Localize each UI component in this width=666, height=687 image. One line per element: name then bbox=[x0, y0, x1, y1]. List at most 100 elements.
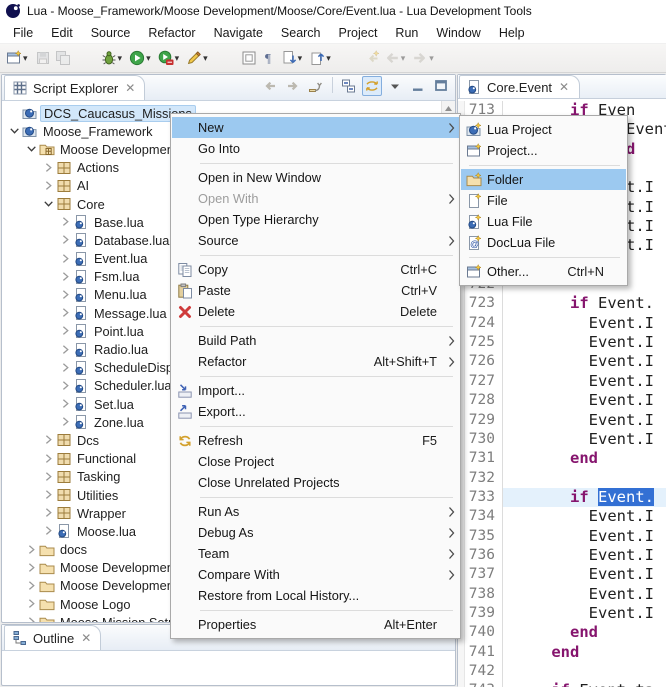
menu-item-close-project[interactable]: Close Project bbox=[172, 451, 459, 472]
line-number[interactable]: 724 bbox=[465, 314, 503, 333]
menu-item-debug-as[interactable]: Debug As bbox=[172, 522, 459, 543]
menu-item-refactor[interactable]: RefactorAlt+Shift+T bbox=[172, 351, 459, 372]
chevron-right-icon[interactable] bbox=[25, 561, 39, 575]
chevron-right-icon[interactable] bbox=[42, 452, 56, 466]
submenu-item-other[interactable]: Other...Ctrl+N bbox=[461, 261, 626, 282]
tree-up-button[interactable] bbox=[306, 76, 326, 96]
collapse-all-button[interactable] bbox=[339, 76, 359, 96]
menu-item-open-type-hierarchy[interactable]: Open Type Hierarchy bbox=[172, 209, 459, 230]
code-line[interactable]: 729 Event.I bbox=[458, 411, 666, 430]
code-line[interactable]: 725 Event.I bbox=[458, 333, 666, 352]
submenu-item-project[interactable]: Project... bbox=[461, 140, 626, 161]
dropdown-caret-icon[interactable]: ▾ bbox=[326, 53, 331, 64]
chevron-right-icon[interactable] bbox=[59, 343, 73, 357]
line-number[interactable]: 743 bbox=[465, 681, 503, 687]
submenu-item-file[interactable]: File bbox=[461, 190, 626, 211]
line-number[interactable]: 732 bbox=[465, 469, 503, 488]
chevron-right-icon[interactable] bbox=[59, 361, 73, 375]
annotation-ruler[interactable] bbox=[458, 662, 465, 681]
chevron-right-icon[interactable] bbox=[59, 379, 73, 393]
code-line[interactable]: 739 Event.I bbox=[458, 604, 666, 623]
line-number[interactable]: 731 bbox=[465, 449, 503, 468]
line-number[interactable]: 736 bbox=[465, 546, 503, 565]
chevron-right-icon[interactable] bbox=[59, 233, 73, 247]
menubar-edit[interactable]: Edit bbox=[42, 23, 82, 43]
code-line[interactable]: 737 Event.I bbox=[458, 565, 666, 584]
save-all-button[interactable] bbox=[53, 48, 73, 68]
next-annotation-button[interactable]: ▾ bbox=[279, 48, 308, 68]
code-line[interactable]: 730 Event.I bbox=[458, 430, 666, 449]
menu-item-build-path[interactable]: Build Path bbox=[172, 330, 459, 351]
view-menu-button[interactable] bbox=[385, 76, 405, 96]
code-line[interactable]: 738 Event.I bbox=[458, 585, 666, 604]
code-line[interactable]: 727 Event.I bbox=[458, 372, 666, 391]
menu-item-new[interactable]: New bbox=[172, 117, 459, 138]
menu-item-import[interactable]: Import... bbox=[172, 380, 459, 401]
menu-item-source[interactable]: Source bbox=[172, 230, 459, 251]
dropdown-caret-icon[interactable]: ▾ bbox=[429, 53, 434, 64]
chevron-right-icon[interactable] bbox=[59, 415, 73, 429]
chevron-right-icon[interactable] bbox=[59, 288, 73, 302]
code-line[interactable]: 743 if Event.ta bbox=[458, 681, 666, 687]
submenu-item-doclua-file[interactable]: @DocLua File bbox=[461, 232, 626, 253]
chevron-right-icon[interactable] bbox=[42, 433, 56, 447]
chevron-right-icon[interactable] bbox=[42, 488, 56, 502]
line-number[interactable]: 730 bbox=[465, 430, 503, 449]
chevron-right-icon[interactable] bbox=[25, 579, 39, 593]
chevron-right-icon[interactable] bbox=[42, 470, 56, 484]
dropdown-caret-icon[interactable]: ▾ bbox=[23, 53, 28, 64]
dropdown-caret-icon[interactable]: ▾ bbox=[401, 53, 406, 64]
close-icon[interactable]: ✕ bbox=[125, 81, 135, 95]
minimize-button[interactable] bbox=[408, 76, 428, 96]
menubar-window[interactable]: Window bbox=[427, 23, 489, 43]
menubar-refactor[interactable]: Refactor bbox=[139, 23, 204, 43]
show-whitespace-button[interactable]: ¶ bbox=[259, 48, 279, 68]
new-wizard-button[interactable]: ▾ bbox=[4, 48, 33, 68]
line-number[interactable]: 723 bbox=[465, 294, 503, 313]
tab-script-explorer[interactable]: Script Explorer ✕ bbox=[4, 75, 145, 100]
tree-back-button[interactable] bbox=[260, 76, 280, 96]
menu-item-export[interactable]: Export... bbox=[172, 401, 459, 422]
menubar-search[interactable]: Search bbox=[272, 23, 330, 43]
chevron-right-icon[interactable] bbox=[42, 179, 56, 193]
menubar-navigate[interactable]: Navigate bbox=[205, 23, 272, 43]
debug-button[interactable]: ▾ bbox=[99, 48, 128, 68]
dropdown-caret-icon[interactable]: ▾ bbox=[146, 53, 151, 64]
menu-item-open-in-new-window[interactable]: Open in New Window bbox=[172, 167, 459, 188]
submenu-item-lua-project[interactable]: Lua Project bbox=[461, 119, 626, 140]
external-tools-button[interactable]: ▾ bbox=[184, 48, 213, 68]
code-line[interactable]: 732 bbox=[458, 469, 666, 488]
last-edit-location-button[interactable] bbox=[362, 48, 382, 68]
submenu-item-folder[interactable]: Folder bbox=[461, 169, 626, 190]
code-line[interactable]: 733 if Event. bbox=[458, 488, 666, 507]
mark-occurrences-button[interactable] bbox=[239, 48, 259, 68]
close-icon[interactable]: ✕ bbox=[559, 80, 569, 94]
line-number[interactable]: 739 bbox=[465, 604, 503, 623]
line-number[interactable]: 729 bbox=[465, 411, 503, 430]
code-line[interactable]: 736 Event.I bbox=[458, 546, 666, 565]
code-line[interactable]: 724 Event.I bbox=[458, 314, 666, 333]
code-line[interactable]: 734 Event.I bbox=[458, 507, 666, 526]
run-coverage-button[interactable]: ▾ bbox=[156, 48, 185, 68]
menubar-help[interactable]: Help bbox=[490, 23, 534, 43]
chevron-right-icon[interactable] bbox=[42, 161, 56, 175]
submenu-item-lua-file[interactable]: Lua File bbox=[461, 211, 626, 232]
menubar-project[interactable]: Project bbox=[330, 23, 387, 43]
dropdown-caret-icon[interactable]: ▾ bbox=[118, 53, 123, 64]
menu-item-open-with[interactable]: Open With bbox=[172, 188, 459, 209]
code-line[interactable]: 728 Event.I bbox=[458, 391, 666, 410]
line-number[interactable]: 735 bbox=[465, 527, 503, 546]
menu-item-copy[interactable]: CopyCtrl+C bbox=[172, 259, 459, 280]
line-number[interactable]: 728 bbox=[465, 391, 503, 410]
tree-forward-button[interactable] bbox=[283, 76, 303, 96]
close-icon[interactable]: ✕ bbox=[81, 631, 91, 645]
chevron-right-icon[interactable] bbox=[59, 397, 73, 411]
line-number[interactable]: 726 bbox=[465, 352, 503, 371]
code-line[interactable]: 735 Event.I bbox=[458, 527, 666, 546]
line-number[interactable]: 738 bbox=[465, 585, 503, 604]
code-line[interactable]: 731 end bbox=[458, 449, 666, 468]
code-line[interactable]: 742 bbox=[458, 662, 666, 681]
dropdown-caret-icon[interactable]: ▾ bbox=[203, 53, 208, 64]
link-editor-button[interactable] bbox=[362, 76, 382, 96]
tab-outline[interactable]: Outline ✕ bbox=[4, 625, 101, 650]
